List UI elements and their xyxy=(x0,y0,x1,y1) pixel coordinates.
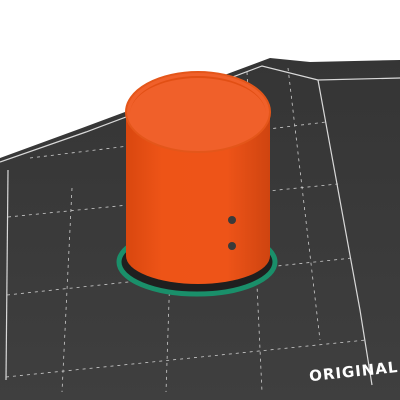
model-hole xyxy=(228,216,236,224)
model-top-rim xyxy=(125,71,271,153)
3d-viewport[interactable]: ORIGINAL xyxy=(0,0,400,400)
model-hole xyxy=(228,242,236,250)
scene-canvas[interactable]: ORIGINAL xyxy=(0,0,400,400)
cylinder-model[interactable] xyxy=(116,71,278,297)
